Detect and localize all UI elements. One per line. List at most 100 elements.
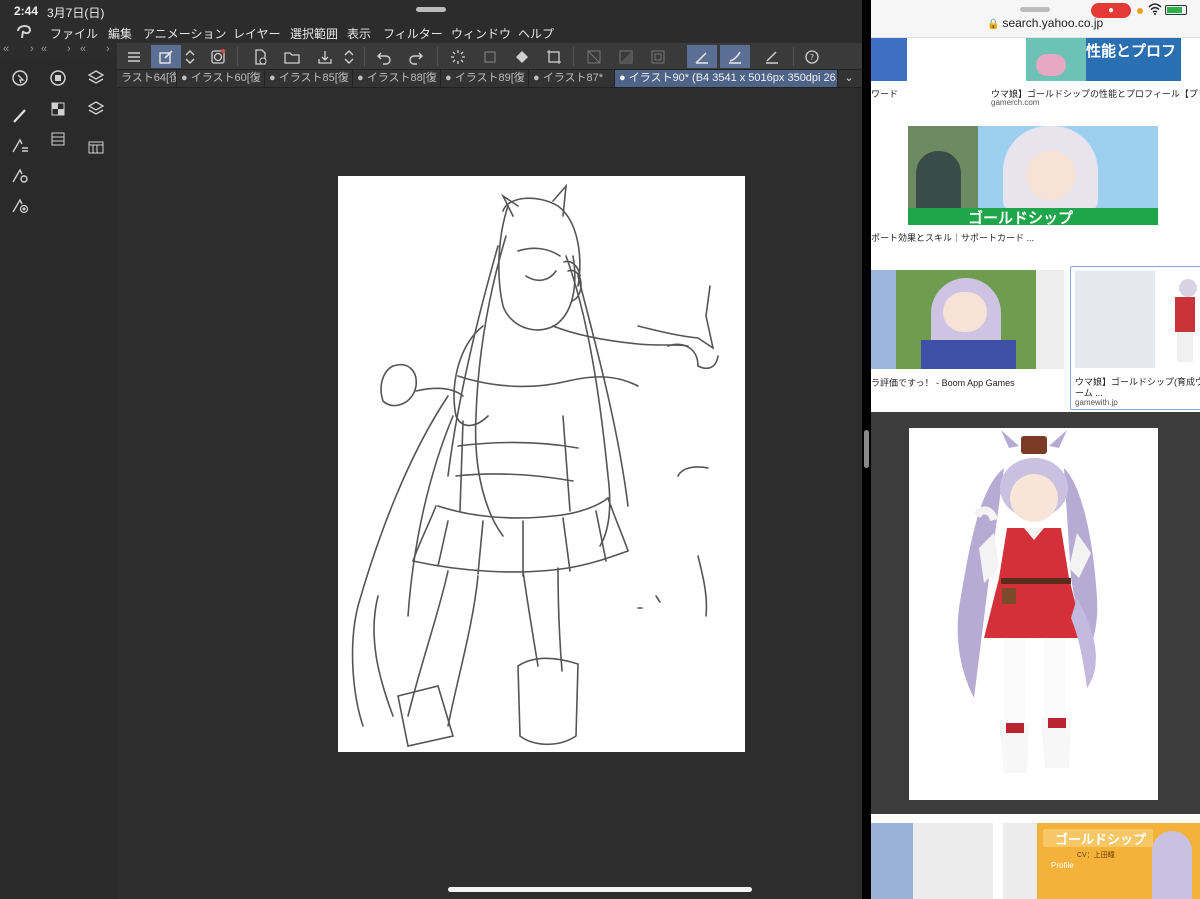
banner-text: ゴールドシップ [1055,833,1147,848]
menu-edit[interactable]: 編集 [108,25,132,42]
tab-illust-60[interactable]: ● イラスト60[復 [177,70,265,87]
tool-settings-icon[interactable] [8,164,32,188]
image-preview[interactable] [909,428,1158,800]
operation-tool-icon[interactable] [8,66,32,90]
expand-right-icon[interactable]: › [30,43,34,55]
tab-illust-64[interactable]: ラスト64[復 [117,70,177,87]
status-time: 2:44 [14,4,39,18]
character-image [957,430,1098,773]
result-thumbnail[interactable]: ゴールドシップ [908,126,1158,225]
tab-illust-88[interactable]: ● イラスト88[復 [353,70,441,87]
fill-bucket-icon[interactable] [507,45,537,68]
pen-tool-icon[interactable] [8,104,32,128]
layer-property-icon[interactable] [84,66,108,90]
address-bar[interactable]: 🔒 search.yahoo.co.jp [987,16,1103,30]
expand-right-icon[interactable]: › [106,43,110,55]
result-caption[interactable]: ラ評価ですっ！ - Boom App Games [871,376,1066,389]
tab-illust-90[interactable]: ● イラスト90* (B4 3541 x 5016px 350dpi 26.2%… [615,70,838,87]
result-thumbnail[interactable] [871,38,907,81]
result-thumbnail[interactable]: 性能とプロフ [1026,38,1181,81]
banner-profile-text: Profile [1051,861,1074,870]
help-icon[interactable]: ? [797,45,827,68]
ruler-pen-icon[interactable] [687,45,717,68]
redo-icon[interactable] [401,45,431,68]
navigator-icon[interactable] [46,66,70,90]
multitasking-grabber[interactable] [416,7,446,12]
menu-view[interactable]: 表示 [347,25,371,42]
canvas-area[interactable] [117,88,862,899]
result-thumbnail[interactable]: ゴールドシップ CV：上田瞳 Profile [1037,823,1200,899]
safari-window: 🔒 search.yahoo.co.jp ● 性能とプロフ ワード ウマ娘】ゴール… [871,0,1200,899]
result-source: gamewith.jp [1075,398,1118,407]
collapse-left-icon[interactable]: « [3,43,9,55]
pen-ruler-icon[interactable] [757,45,787,68]
updown-arrows-icon[interactable] [339,45,359,68]
save-icon[interactable] [310,45,340,68]
home-indicator[interactable] [448,887,752,892]
open-folder-icon[interactable] [277,45,307,68]
tab-illust-87[interactable]: ● イラスト87* [529,70,615,87]
result-source: gamerch.com [991,98,1040,107]
record-icon[interactable] [203,45,233,68]
crop-icon[interactable] [539,45,569,68]
subtool-list-icon[interactable] [8,134,32,158]
multitasking-grabber[interactable] [1020,7,1050,12]
menu-layer[interactable]: レイヤー [233,25,281,42]
banner-subtext: CV：上田瞳 [1077,852,1115,859]
menu-filter[interactable]: フィルター [383,25,443,42]
recording-dot-icon [1137,8,1143,14]
tool-palette [0,57,117,899]
loading-spinner-icon[interactable] [443,45,473,68]
command-bar: ? [117,43,862,70]
sketch-drawing [351,183,719,747]
result-thumbnail[interactable] [871,823,913,899]
result-thumbnail[interactable] [871,270,1036,369]
microphone-icon[interactable]: ● [1091,3,1131,18]
tab-illust-85[interactable]: ● イラスト85[復 [265,70,353,87]
collapse-left-icon[interactable]: « [80,43,86,55]
color-set-icon[interactable] [46,97,70,121]
menu-window[interactable]: ウィンドウ [451,25,511,42]
result-thumbnail[interactable] [913,823,993,899]
tab-illust-89[interactable]: ● イラスト89[復 [441,70,529,87]
menu-file[interactable]: ファイル [50,25,98,42]
chevron-down-icon[interactable]: ⌄ [842,71,856,85]
battery-icon [1165,5,1187,15]
split-view-handle[interactable] [864,430,869,468]
lock-icon: 🔒 [987,19,1000,30]
transform-icon[interactable] [475,45,505,68]
menu-help[interactable]: ヘルプ [518,25,554,42]
hamburger-menu-icon[interactable] [119,45,149,68]
menu-bar: ファイル 編集 アニメーション レイヤー 選択範囲 表示 フィルター ウィンドウ… [0,20,862,43]
new-file-icon[interactable] [245,45,275,68]
expand-right-icon[interactable]: › [67,43,71,55]
selected-result-card[interactable]: ウマ娘】ゴールドシップ(育成ウマ ーム ... gamewith.jp [1070,266,1200,410]
menu-animation[interactable]: アニメーション [143,25,227,42]
result-caption[interactable]: ポート効果とスキル｜サポートカード ... [871,231,1121,244]
status-date: 3月7日(日) [47,6,105,20]
result-thumbnail[interactable] [1036,270,1064,369]
edit-layer-icon[interactable] [151,45,181,68]
clear-selection-icon[interactable] [579,45,609,68]
material-icon[interactable] [84,135,108,159]
timeline-icon[interactable] [46,127,70,151]
panel-collapse-arrows: « › « › « › [0,43,117,57]
result-thumbnail[interactable] [1003,823,1037,899]
safari-header: 🔒 search.yahoo.co.jp ● [871,0,1200,38]
result-caption[interactable]: ワード [871,87,1011,100]
updown-arrows-icon[interactable] [180,45,200,68]
svg-text:?: ? [810,53,814,62]
drawing-canvas[interactable] [338,176,745,752]
document-tabs: ラスト64[復 ● イラスト60[復 ● イラスト85[復 ● イラスト88[復… [117,70,862,88]
brush-stroke-icon[interactable] [720,45,750,68]
app-logo-icon[interactable] [14,22,34,40]
wifi-icon [1148,3,1162,18]
undo-icon[interactable] [369,45,399,68]
menu-selection[interactable]: 選択範囲 [290,25,338,42]
url-text: search.yahoo.co.jp [1002,16,1104,30]
brush-size-icon[interactable] [8,194,32,218]
layers-icon[interactable] [84,97,108,121]
invert-selection-icon[interactable] [611,45,641,68]
selection-frame-icon[interactable] [643,45,673,68]
collapse-left-icon[interactable]: « [41,43,47,55]
